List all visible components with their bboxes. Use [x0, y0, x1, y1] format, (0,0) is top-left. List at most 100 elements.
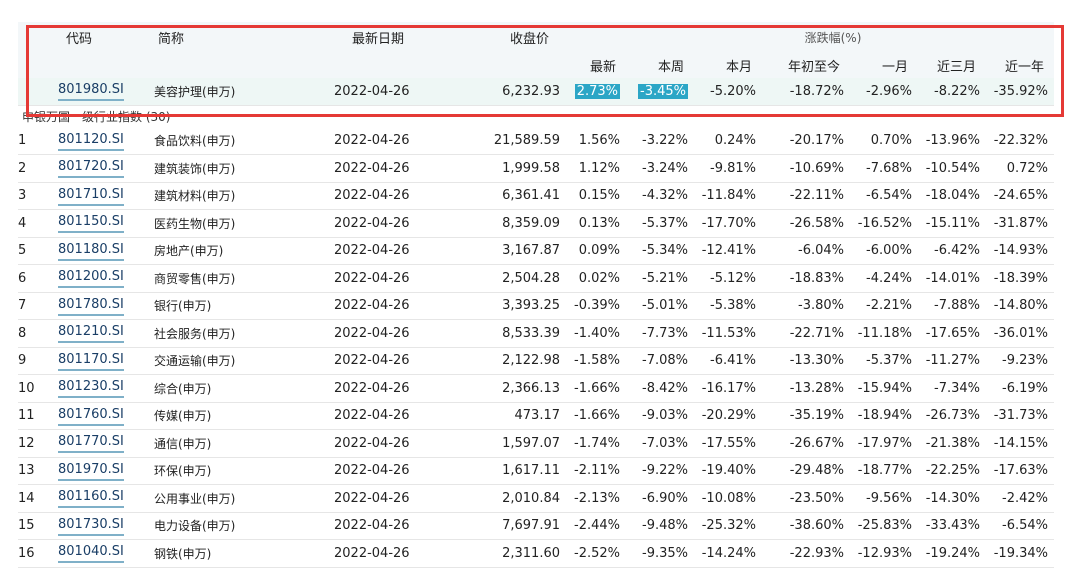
- header-name[interactable]: 简称: [158, 28, 184, 47]
- table-row[interactable]: 15 801730.SI 电力设备(申万) 2022-04-26 7,697.91 -2.…: [18, 513, 1054, 540]
- header-week[interactable]: 本周: [642, 56, 684, 75]
- table-row[interactable]: 1 801120.SI 食品饮料(申万) 2022-04-26 21,589.59 1.5…: [18, 128, 1054, 155]
- one-year-cell: -6.19%: [1002, 380, 1048, 396]
- week-cell: -7.03%: [642, 435, 688, 451]
- table-row[interactable]: 6 801200.SI 商贸零售(申万) 2022-04-26 2,504.28 0.02…: [18, 265, 1054, 293]
- one-month-cell: -12.93%: [857, 545, 912, 561]
- week-cell: -9.48%: [642, 518, 688, 534]
- name-cell: 建筑装饰(申万): [154, 161, 236, 176]
- code-link[interactable]: 801120.SI: [58, 131, 124, 151]
- code-link[interactable]: 801200.SI: [58, 268, 124, 289]
- month-cell: -11.84%: [701, 188, 756, 204]
- header-month[interactable]: 本月: [710, 56, 752, 75]
- table-header: 代码 简称 最新日期 收盘价 涨跌幅(%) 最新 本周 本月 年初至今 一月 近…: [18, 22, 1054, 78]
- table-row[interactable]: 10 801230.SI 综合(申万) 2022-04-26 2,366.13 -1.66…: [18, 375, 1054, 403]
- code-link[interactable]: 801040.SI: [58, 543, 124, 564]
- date-cell: 2022-04-26: [334, 83, 410, 99]
- table-row[interactable]: 16 801040.SI 钢铁(申万) 2022-04-26 2,311.60 -2.52…: [18, 540, 1054, 568]
- latest-cell: -1.58%: [574, 353, 620, 369]
- header-date[interactable]: 最新日期: [352, 28, 404, 47]
- one-month-cell: -2.96%: [866, 83, 912, 99]
- code-link[interactable]: 801780.SI: [58, 296, 124, 316]
- week-cell-highlighted: -3.45%: [638, 83, 688, 99]
- name-cell: 环保(申万): [154, 464, 212, 479]
- code-link[interactable]: 801720.SI: [58, 158, 124, 179]
- index-table: 代码 简称 最新日期 收盘价 涨跌幅(%) 最新 本周 本月 年初至今 一月 近…: [18, 22, 1054, 568]
- close-cell: 2,010.84: [502, 490, 560, 506]
- table-row[interactable]: 13 801970.SI 环保(申万) 2022-04-26 1,617.11 -2.11…: [18, 458, 1054, 485]
- code-link[interactable]: 801230.SI: [58, 378, 124, 399]
- latest-cell: 0.09%: [578, 243, 620, 259]
- one-month-cell: -18.77%: [857, 463, 912, 479]
- header-code[interactable]: 代码: [66, 28, 92, 47]
- header-close[interactable]: 收盘价: [510, 28, 549, 47]
- code-link[interactable]: 801730.SI: [58, 516, 124, 536]
- ytd-cell: -29.48%: [789, 463, 844, 479]
- table-row[interactable]: 4 801150.SI 医药生物(申万) 2022-04-26 8,359.09 0.13…: [18, 210, 1054, 238]
- code-link[interactable]: 801210.SI: [58, 323, 124, 344]
- name-cell: 美容护理(申万): [154, 84, 236, 99]
- month-cell: -5.38%: [710, 298, 756, 314]
- one-year-cell: -22.32%: [993, 133, 1048, 149]
- code-link[interactable]: 801770.SI: [58, 433, 124, 454]
- header-ytd[interactable]: 年初至今: [780, 56, 840, 75]
- code-link[interactable]: 801710.SI: [58, 186, 124, 206]
- code-link[interactable]: 801980.SI: [58, 81, 124, 102]
- name-cell: 综合(申万): [154, 381, 212, 396]
- close-cell: 2,504.28: [502, 270, 560, 286]
- one-month-cell: -15.94%: [857, 380, 912, 396]
- name-cell: 医药生物(申万): [154, 216, 236, 231]
- header-one-month[interactable]: 一月: [864, 56, 908, 75]
- one-month-cell: -16.52%: [857, 215, 912, 231]
- three-months-cell: -14.01%: [925, 270, 980, 286]
- code-link[interactable]: 801150.SI: [58, 213, 124, 234]
- header-three-months[interactable]: 近三月: [922, 56, 976, 75]
- close-cell: 8,359.09: [502, 215, 560, 231]
- one-year-cell: -9.23%: [1002, 353, 1048, 369]
- one-month-cell: -6.54%: [866, 188, 912, 204]
- table-row-featured[interactable]: 801980.SI 美容护理(申万) 2022-04-26 6,232.93 2…: [18, 78, 1054, 106]
- code-link[interactable]: 801760.SI: [58, 406, 124, 426]
- header-one-year[interactable]: 近一年: [990, 56, 1044, 75]
- one-year-cell: -36.01%: [993, 325, 1048, 341]
- table-row[interactable]: 9 801170.SI 交通运输(申万) 2022-04-26 2,122.98 -1.5…: [18, 348, 1054, 375]
- ytd-cell: -18.83%: [789, 270, 844, 286]
- table-row[interactable]: 8 801210.SI 社会服务(申万) 2022-04-26 8,533.39 -1.4…: [18, 320, 1054, 348]
- header-latest[interactable]: 最新: [578, 56, 616, 75]
- three-months-cell: -7.34%: [934, 380, 980, 396]
- ytd-cell: -13.28%: [789, 380, 844, 396]
- table-row[interactable]: 3 801710.SI 建筑材料(申万) 2022-04-26 6,361.41 0.15…: [18, 183, 1054, 210]
- month-cell: -11.53%: [701, 325, 756, 341]
- index-cell: 11: [18, 408, 35, 424]
- month-cell: -20.29%: [701, 408, 756, 424]
- close-cell: 6,232.93: [502, 83, 560, 99]
- table-row[interactable]: 12 801770.SI 通信(申万) 2022-04-26 1,597.07 -1.74…: [18, 430, 1054, 458]
- table-row[interactable]: 5 801180.SI 房地产(申万) 2022-04-26 3,167.87 0.09%…: [18, 238, 1054, 265]
- date-cell: 2022-04-26: [334, 243, 410, 259]
- one-month-cell: -18.94%: [857, 408, 912, 424]
- table-row[interactable]: 11 801760.SI 传媒(申万) 2022-04-26 473.17 -1.66% -…: [18, 403, 1054, 430]
- date-cell: 2022-04-26: [334, 188, 410, 204]
- category-label[interactable]: 申银万国一级行业指数 (30): [18, 106, 1054, 128]
- index-cell: 10: [18, 380, 35, 396]
- date-cell: 2022-04-26: [334, 353, 410, 369]
- date-cell: 2022-04-26: [334, 490, 410, 506]
- index-cell: 12: [18, 435, 35, 451]
- one-year-cell: -14.80%: [993, 298, 1048, 314]
- table-row[interactable]: 7 801780.SI 银行(申万) 2022-04-26 3,393.25 -0.39%…: [18, 293, 1054, 320]
- ytd-cell: -13.30%: [789, 353, 844, 369]
- week-cell: -9.22%: [642, 463, 688, 479]
- code-link[interactable]: 801160.SI: [58, 488, 124, 509]
- code-link[interactable]: 801970.SI: [58, 461, 124, 481]
- code-link[interactable]: 801180.SI: [58, 241, 124, 261]
- one-year-cell: -31.87%: [993, 215, 1048, 231]
- date-cell: 2022-04-26: [334, 270, 410, 286]
- three-months-cell: -17.65%: [925, 325, 980, 341]
- ytd-cell: -22.93%: [789, 545, 844, 561]
- name-cell: 交通运输(申万): [154, 354, 236, 369]
- code-link[interactable]: 801170.SI: [58, 351, 124, 371]
- one-year-cell: 0.72%: [1006, 160, 1048, 176]
- table-row[interactable]: 14 801160.SI 公用事业(申万) 2022-04-26 2,010.84 -2.…: [18, 485, 1054, 513]
- table-row[interactable]: 2 801720.SI 建筑装饰(申万) 2022-04-26 1,999.58 1.12…: [18, 155, 1054, 183]
- date-cell: 2022-04-26: [334, 380, 410, 396]
